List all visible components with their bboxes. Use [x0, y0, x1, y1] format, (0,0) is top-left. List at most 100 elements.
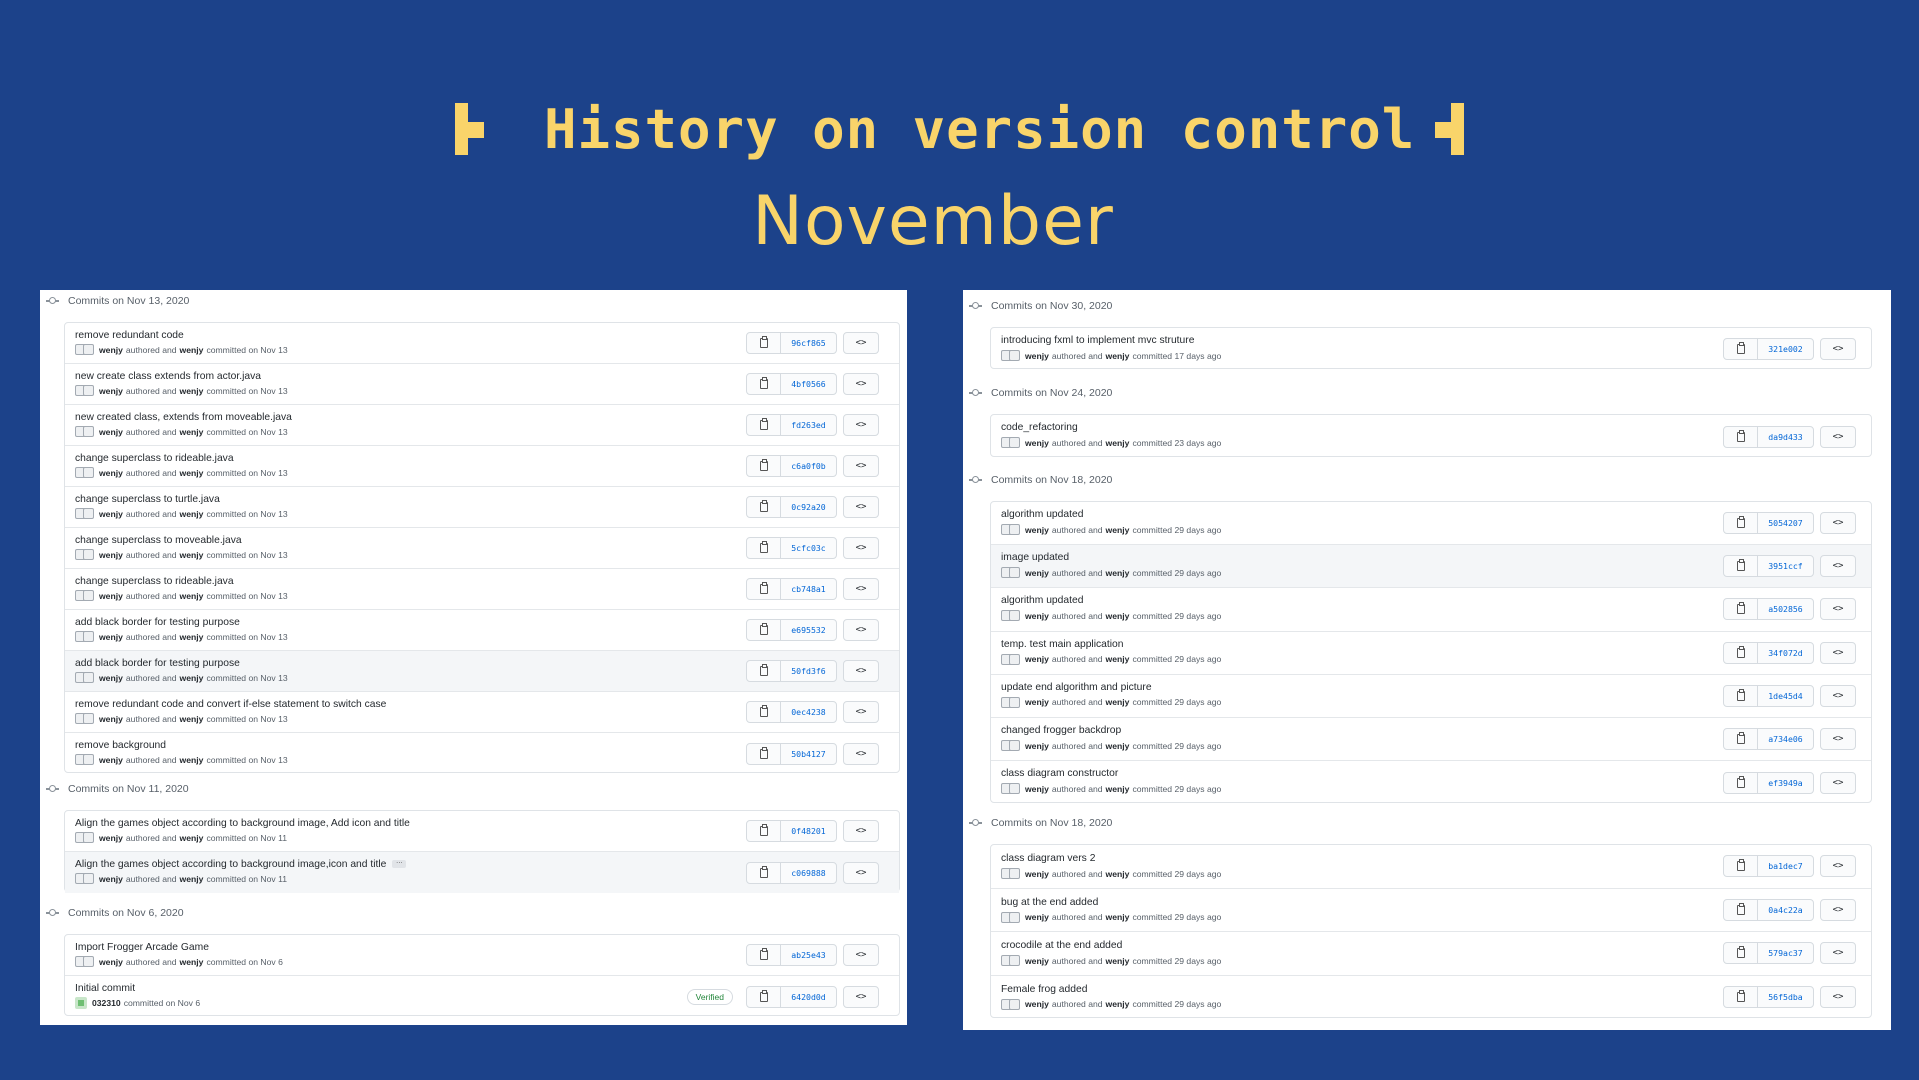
copy-sha-button[interactable] — [1724, 599, 1758, 620]
browse-repo-button[interactable]: <> — [1820, 898, 1856, 921]
copy-sha-button[interactable] — [1724, 513, 1758, 534]
commit-committer[interactable]: wenjy — [180, 386, 204, 396]
commit-committer[interactable]: wenjy — [1106, 741, 1130, 751]
commit-message-link[interactable]: update end algorithm and picture — [1001, 682, 1152, 693]
commit-sha-link[interactable]: 34f072d — [1758, 643, 1813, 663]
commit-sha-link[interactable]: 0f48201 — [781, 821, 836, 841]
commit-committer[interactable]: wenjy — [180, 673, 204, 683]
commit-author[interactable]: wenjy — [99, 345, 123, 355]
browse-repo-button[interactable]: <> — [843, 820, 879, 842]
commit-sha-link[interactable]: 5cfc03c — [781, 538, 836, 558]
commit-sha-link[interactable]: c069888 — [781, 863, 836, 883]
commit-sha-link[interactable]: a502856 — [1758, 599, 1813, 619]
copy-sha-button[interactable] — [1724, 856, 1758, 877]
copy-sha-button[interactable] — [747, 661, 781, 681]
commit-message-link[interactable]: Align the games object according to back… — [75, 818, 410, 829]
browse-repo-button[interactable]: <> — [843, 701, 879, 723]
commit-message-link[interactable]: changed frogger backdrop — [1001, 725, 1121, 736]
commit-message-link[interactable]: new create class extends from actor.java — [75, 371, 261, 382]
browse-repo-button[interactable]: <> — [843, 578, 879, 600]
commit-message-link[interactable]: change superclass to rideable.java — [75, 576, 234, 587]
browse-repo-button[interactable]: <> — [1820, 555, 1856, 578]
commit-message-link[interactable]: temp. test main application — [1001, 639, 1123, 650]
commit-author[interactable]: wenjy — [99, 427, 123, 437]
commit-committer[interactable]: wenjy — [1106, 912, 1130, 922]
browse-repo-button[interactable]: <> — [843, 660, 879, 682]
copy-sha-button[interactable] — [1724, 899, 1758, 920]
commit-sha-link[interactable]: 0ec4238 — [781, 702, 836, 722]
commit-author[interactable]: wenjy — [1025, 999, 1049, 1009]
copy-sha-button[interactable] — [1724, 987, 1758, 1008]
commit-sha-link[interactable]: 0c92a20 — [781, 497, 836, 517]
browse-repo-button[interactable]: <> — [1820, 855, 1856, 878]
copy-sha-button[interactable] — [747, 702, 781, 722]
commit-committer[interactable]: wenjy — [180, 833, 204, 843]
browse-repo-button[interactable]: <> — [1820, 338, 1856, 360]
browse-repo-button[interactable]: <> — [843, 861, 879, 884]
commit-sha-link[interactable]: 3951ccf — [1758, 556, 1813, 576]
commit-committer[interactable]: wenjy — [180, 427, 204, 437]
copy-sha-button[interactable] — [1724, 642, 1758, 663]
commit-committer[interactable]: wenjy — [1106, 784, 1130, 794]
commit-committer[interactable]: wenjy — [180, 957, 204, 967]
copy-sha-button[interactable] — [747, 821, 781, 841]
browse-repo-button[interactable]: <> — [843, 742, 879, 765]
commit-message-link[interactable]: introducing fxml to implement mvc strutu… — [1001, 335, 1194, 346]
copy-sha-button[interactable] — [747, 579, 781, 599]
commit-author[interactable]: wenjy — [99, 755, 123, 765]
commit-message-link[interactable]: image updated — [1001, 552, 1069, 563]
commit-message-link[interactable]: Import Frogger Arcade Game — [75, 942, 209, 953]
commit-message-link[interactable]: Female frog added — [1001, 984, 1087, 995]
commit-message-link[interactable]: class diagram constructor — [1001, 768, 1118, 779]
commit-committer[interactable]: wenjy — [1106, 611, 1130, 621]
commit-author[interactable]: wenjy — [99, 591, 123, 601]
browse-repo-button[interactable]: <> — [1820, 598, 1856, 621]
commit-author[interactable]: wenjy — [1025, 438, 1049, 448]
copy-sha-button[interactable] — [1724, 426, 1758, 447]
browse-repo-button[interactable]: <> — [1820, 771, 1856, 794]
copy-sha-button[interactable] — [747, 862, 781, 883]
commit-author[interactable]: wenjy — [99, 632, 123, 642]
browse-repo-button[interactable]: <> — [843, 619, 879, 641]
browse-repo-button[interactable]: <> — [1820, 986, 1856, 1009]
browse-repo-button[interactable]: <> — [1820, 512, 1856, 535]
copy-sha-button[interactable] — [747, 986, 781, 1007]
commit-message-link[interactable]: change superclass to rideable.java — [75, 453, 234, 464]
commit-author[interactable]: wenjy — [1025, 741, 1049, 751]
commit-author[interactable]: wenjy — [99, 550, 123, 560]
copy-sha-button[interactable] — [747, 743, 781, 764]
browse-repo-button[interactable]: <> — [843, 944, 879, 966]
copy-sha-button[interactable] — [1724, 729, 1758, 750]
commit-message-link[interactable]: class diagram vers 2 — [1001, 853, 1095, 864]
commit-message-link[interactable]: code_refactoring — [1001, 422, 1078, 433]
commit-author[interactable]: wenjy — [99, 386, 123, 396]
commit-sha-link[interactable]: 6420d0d — [781, 987, 836, 1007]
commit-message-link[interactable]: change superclass to moveable.java — [75, 535, 242, 546]
copy-sha-button[interactable] — [747, 497, 781, 517]
commit-sha-link[interactable]: ba1dec7 — [1758, 856, 1813, 876]
commit-committer[interactable]: wenjy — [180, 714, 204, 724]
commit-committer[interactable]: wenjy — [180, 550, 204, 560]
commit-author[interactable]: wenjy — [1025, 956, 1049, 966]
browse-repo-button[interactable]: <> — [843, 373, 879, 395]
copy-sha-button[interactable] — [747, 538, 781, 558]
commit-sha-link[interactable]: fd263ed — [781, 415, 836, 435]
commit-message-link[interactable]: remove background — [75, 740, 166, 751]
commit-sha-link[interactable]: 579ac37 — [1758, 943, 1813, 963]
commit-sha-link[interactable]: 50fd3f6 — [781, 661, 836, 681]
commit-sha-link[interactable]: 1de45d4 — [1758, 686, 1813, 706]
browse-repo-button[interactable]: <> — [843, 537, 879, 559]
verified-badge[interactable]: Verified — [686, 988, 733, 1005]
commit-author[interactable]: wenjy — [1025, 784, 1049, 794]
commit-author[interactable]: wenjy — [99, 714, 123, 724]
commit-sha-link[interactable]: 0a4c22a — [1758, 900, 1813, 920]
copy-sha-button[interactable] — [747, 945, 781, 965]
commit-message-link[interactable]: algorithm updated — [1001, 509, 1083, 520]
commit-committer[interactable]: wenjy — [1106, 654, 1130, 664]
commit-committer[interactable]: wenjy — [1106, 697, 1130, 707]
commit-message-link[interactable]: add black border for testing purpose — [75, 658, 240, 669]
commit-sha-link[interactable]: da9d433 — [1758, 427, 1813, 447]
commit-committer[interactable]: wenjy — [180, 632, 204, 642]
copy-sha-button[interactable] — [747, 620, 781, 640]
commit-sha-link[interactable]: 50b4127 — [781, 744, 836, 764]
